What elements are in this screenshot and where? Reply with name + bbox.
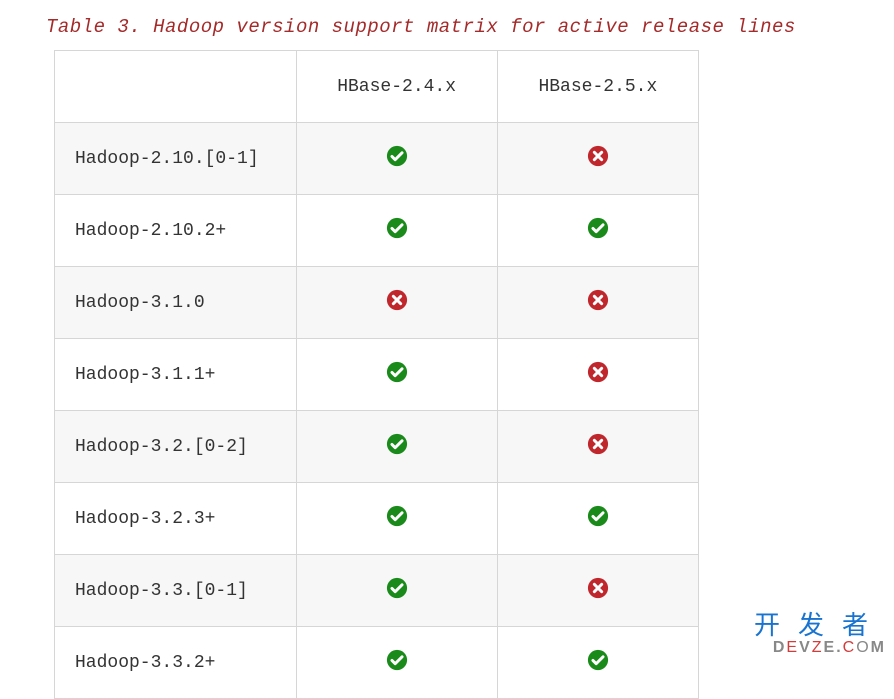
support-cell — [296, 123, 497, 195]
table-row: Hadoop-2.10.[0-1] — [55, 123, 699, 195]
header-hbase-25x: HBase-2.5.x — [497, 51, 698, 123]
table-row: Hadoop-3.3.2+ — [55, 627, 699, 699]
check-circle-icon — [587, 505, 609, 527]
support-cell — [497, 123, 698, 195]
table-row: Hadoop-3.1.1+ — [55, 339, 699, 411]
check-circle-icon — [386, 361, 408, 383]
check-circle-icon — [386, 505, 408, 527]
row-label: Hadoop-3.3.2+ — [55, 627, 297, 699]
check-circle-icon — [386, 577, 408, 599]
check-circle-icon — [587, 217, 609, 239]
support-cell — [497, 339, 698, 411]
x-circle-icon — [587, 433, 609, 455]
check-circle-icon — [386, 145, 408, 167]
support-matrix-table: HBase-2.4.x HBase-2.5.x Hadoop-2.10.[0-1… — [54, 50, 699, 699]
row-label: Hadoop-3.1.1+ — [55, 339, 297, 411]
row-label: Hadoop-3.2.3+ — [55, 483, 297, 555]
support-cell — [296, 627, 497, 699]
support-cell — [296, 339, 497, 411]
support-cell — [497, 627, 698, 699]
table-row: Hadoop-3.2.3+ — [55, 483, 699, 555]
watermark-zh: 开发者 — [754, 612, 886, 639]
row-label: Hadoop-3.3.[0-1] — [55, 555, 297, 627]
support-cell — [296, 267, 497, 339]
row-label: Hadoop-3.2.[0-2] — [55, 411, 297, 483]
x-circle-icon — [386, 289, 408, 311]
header-empty — [55, 51, 297, 123]
x-circle-icon — [587, 361, 609, 383]
support-cell — [296, 411, 497, 483]
row-label: Hadoop-3.1.0 — [55, 267, 297, 339]
watermark-en: DEVZE.COM — [754, 639, 886, 657]
check-circle-icon — [386, 217, 408, 239]
support-cell — [497, 555, 698, 627]
support-cell — [497, 411, 698, 483]
support-cell — [497, 267, 698, 339]
table-row: Hadoop-3.3.[0-1] — [55, 555, 699, 627]
table-caption: Table 3. Hadoop version support matrix f… — [0, 0, 894, 50]
row-label: Hadoop-2.10.[0-1] — [55, 123, 297, 195]
x-circle-icon — [587, 577, 609, 599]
check-circle-icon — [386, 649, 408, 671]
header-hbase-24x: HBase-2.4.x — [296, 51, 497, 123]
x-circle-icon — [587, 145, 609, 167]
support-cell — [296, 555, 497, 627]
row-label: Hadoop-2.10.2+ — [55, 195, 297, 267]
x-circle-icon — [587, 289, 609, 311]
support-cell — [497, 195, 698, 267]
table-row: Hadoop-3.1.0 — [55, 267, 699, 339]
support-cell — [296, 483, 497, 555]
site-watermark: 开发者 DEVZE.COM — [754, 612, 886, 657]
table-row: Hadoop-2.10.2+ — [55, 195, 699, 267]
table-row: Hadoop-3.2.[0-2] — [55, 411, 699, 483]
check-circle-icon — [386, 433, 408, 455]
support-cell — [296, 195, 497, 267]
support-cell — [497, 483, 698, 555]
check-circle-icon — [587, 649, 609, 671]
table-header-row: HBase-2.4.x HBase-2.5.x — [55, 51, 699, 123]
